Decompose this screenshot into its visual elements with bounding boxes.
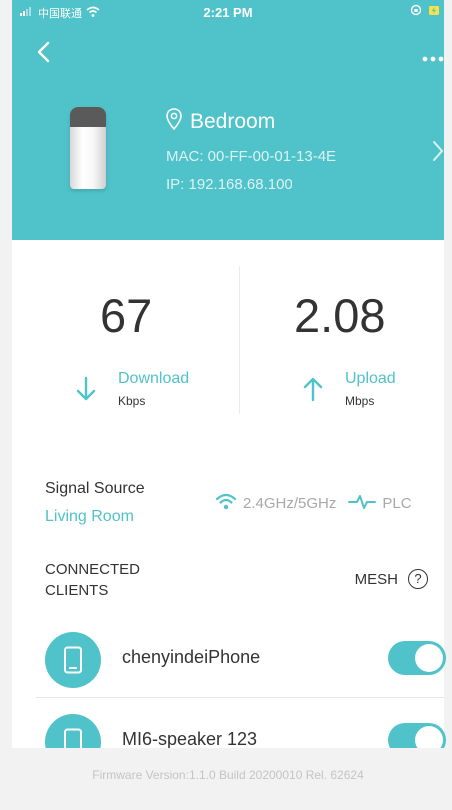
download-label: Download <box>118 370 190 387</box>
device-name-row: Bedroom <box>166 108 275 136</box>
upload-speed-value: 2.08 <box>294 289 386 342</box>
connected-clients-title: CONNECTED CLIENTS <box>45 559 140 601</box>
firmware-version: Firmware Version:1.1.0 Build 20200010 Re… <box>92 768 364 782</box>
speed-stats: 67 Download Kbps 2.08 Upload Mbps <box>12 240 444 440</box>
upload-arrow-icon <box>302 376 324 407</box>
download-unit: Kbps <box>118 394 146 408</box>
client-name: MI6-speaker 123 <box>122 729 258 749</box>
signal-source-title: Signal Source <box>45 480 145 497</box>
status-bar: 中国联通 2:21 PM <box>12 0 444 24</box>
battery-icon <box>428 4 440 19</box>
connected-clients-title-line1: CONNECTED <box>45 561 141 578</box>
download-speed-value: 67 <box>100 289 153 342</box>
phone-icon <box>64 646 82 674</box>
orientation-lock-icon <box>410 4 422 19</box>
device-ip: IP: 192.168.68.100 <box>166 176 293 193</box>
stats-divider <box>239 266 240 414</box>
upload-unit: Mbps <box>345 394 375 408</box>
signal-bands: 2.4GHz/5GHz PLC <box>215 493 412 514</box>
device-mac: MAC: 00-FF-00-01-13-4E <box>166 148 337 165</box>
client-avatar <box>45 632 101 688</box>
location-pin-icon <box>166 108 182 136</box>
signal-source-value: Living Room <box>45 508 134 525</box>
more-options-button[interactable] <box>422 42 444 68</box>
device-header: 中国联通 2:21 PM Bedroom MAC: 00-FF-00-01-13… <box>12 0 444 240</box>
right-border <box>444 0 452 810</box>
client-divider <box>36 697 444 698</box>
device-details-chevron-icon[interactable] <box>432 140 444 167</box>
back-button[interactable] <box>34 40 58 64</box>
help-icon[interactable]: ? <box>408 569 428 589</box>
deco-device-image <box>70 107 106 189</box>
wifi-band-label: 2.4GHz/5GHz <box>243 495 337 512</box>
device-name: Bedroom <box>190 110 276 133</box>
wifi-icon <box>215 493 237 514</box>
connected-clients-title-line2: CLIENTS <box>45 582 109 599</box>
client-name: chenyindeiPhone <box>122 647 261 667</box>
upload-label: Upload <box>345 370 396 387</box>
status-right-group <box>410 4 440 19</box>
mesh-label: MESH <box>354 570 398 588</box>
left-border <box>0 0 12 810</box>
mesh-info-button[interactable]: MESH ? <box>355 569 428 589</box>
client-toggle[interactable] <box>388 641 446 675</box>
plc-label: PLC <box>382 495 412 512</box>
download-arrow-icon <box>75 376 97 407</box>
status-time: 2:21 PM <box>203 5 253 20</box>
plc-icon <box>348 494 377 514</box>
